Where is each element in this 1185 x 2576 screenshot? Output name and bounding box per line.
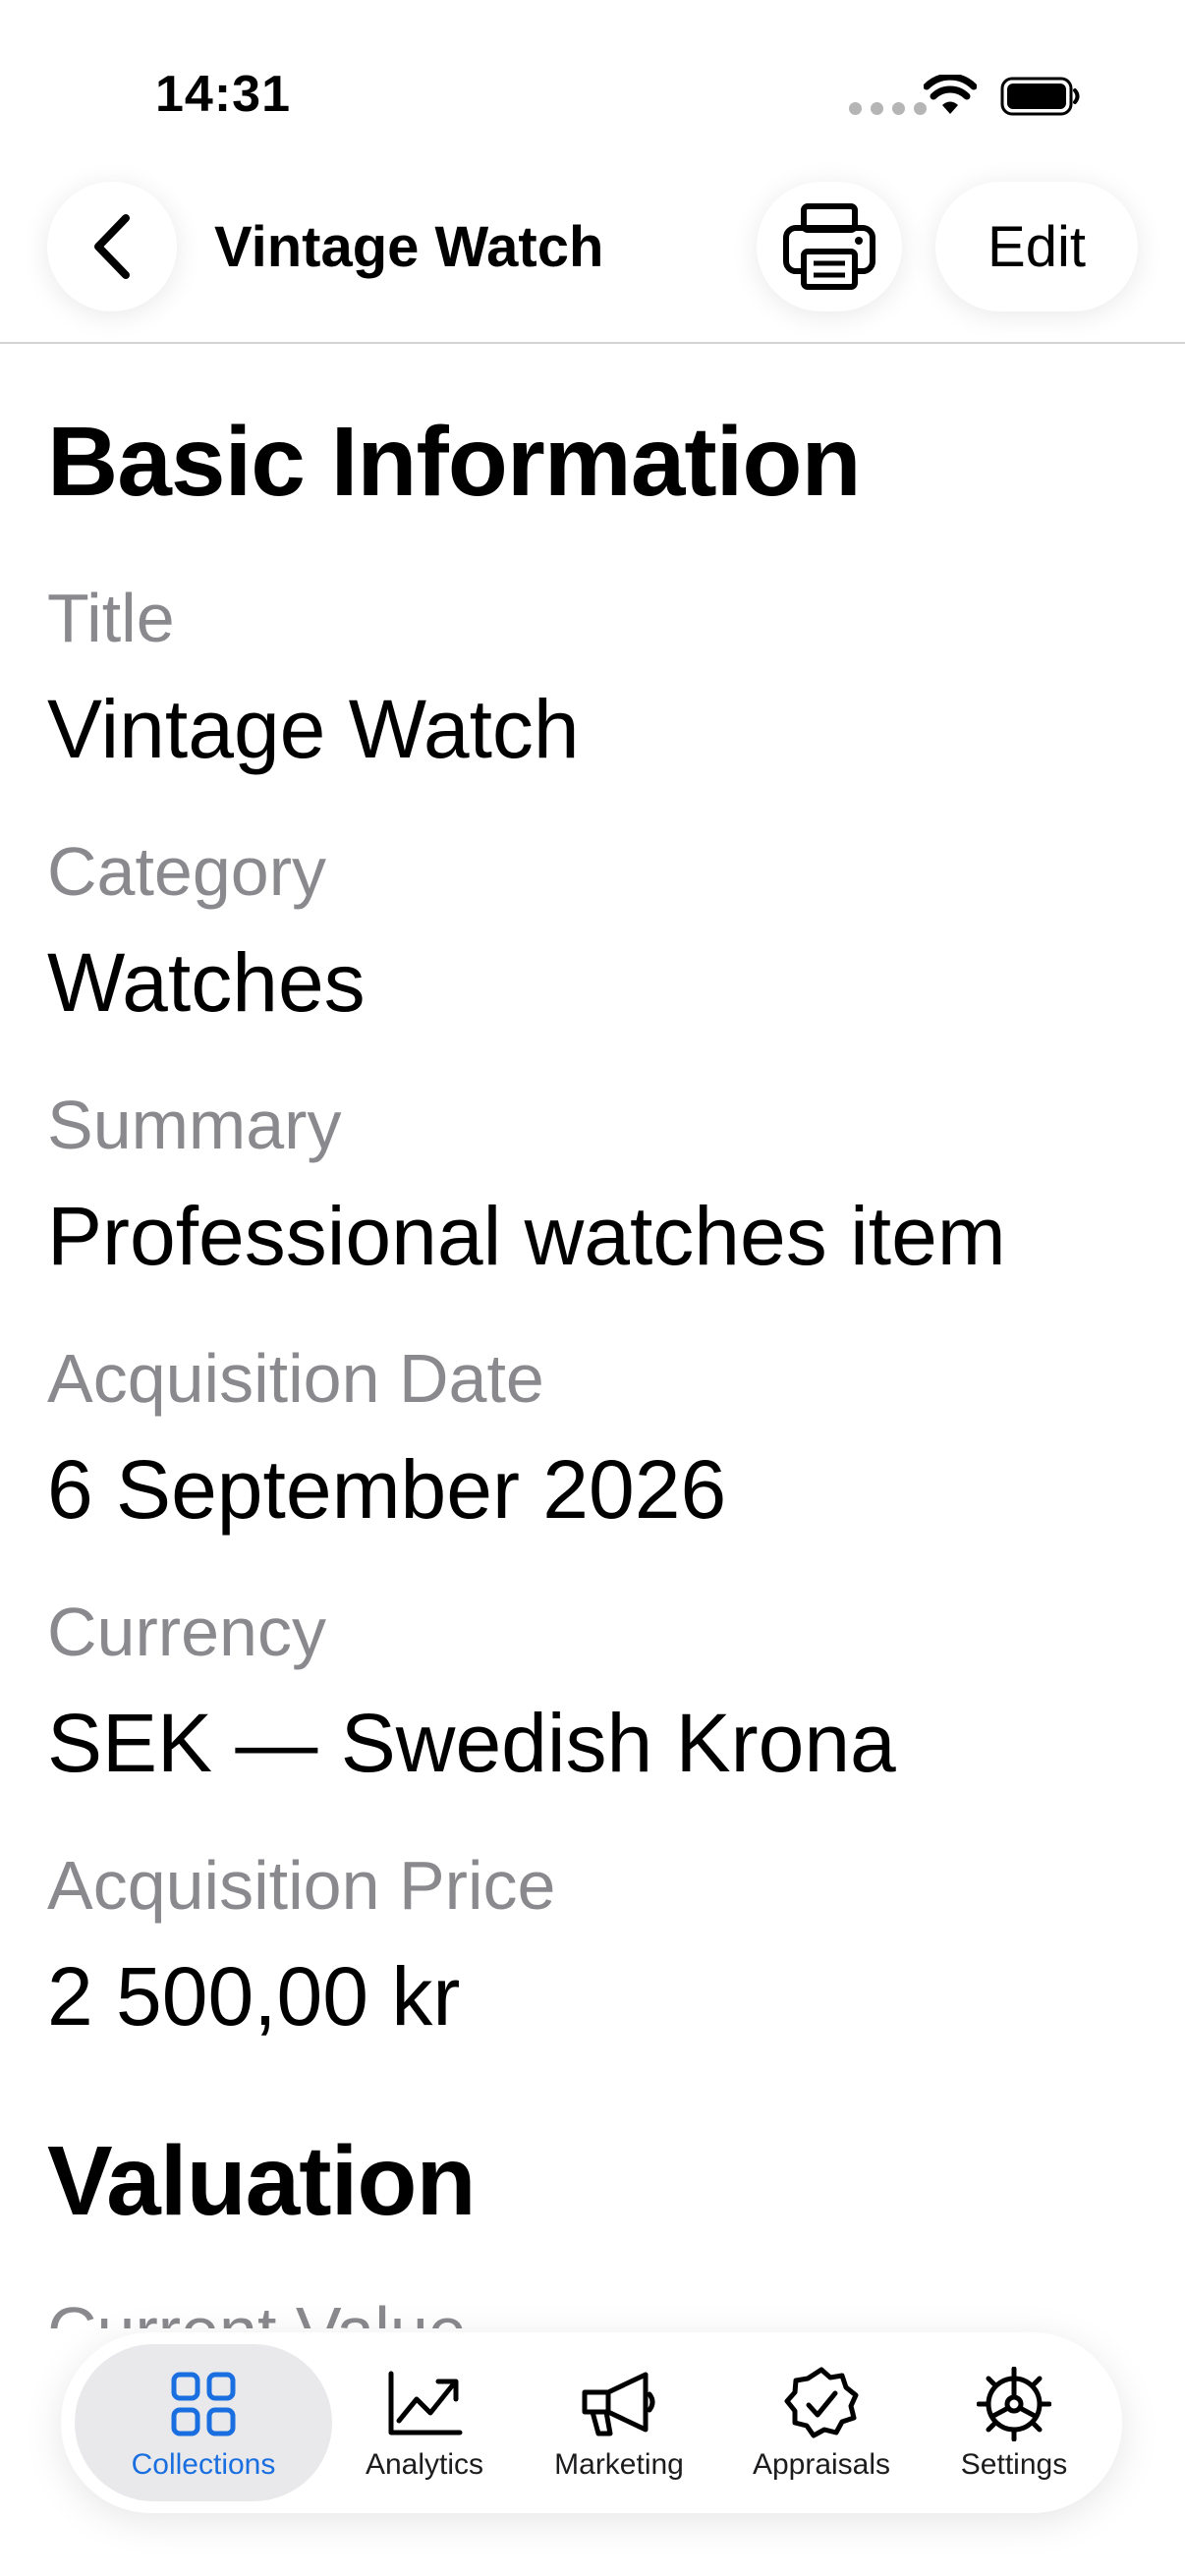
battery-icon	[1000, 77, 1080, 116]
tab-label: Collections	[131, 2448, 276, 2481]
gear-icon	[977, 2367, 1051, 2441]
acquisition-price-label: Acquisition Price	[47, 1847, 556, 1924]
tab-analytics[interactable]: Analytics	[334, 2344, 515, 2501]
tab-label: Analytics	[365, 2448, 484, 2481]
category-label: Category	[47, 833, 327, 910]
tab-label: Appraisals	[752, 2448, 891, 2481]
section-header-basic-information: Basic Information	[47, 407, 862, 517]
acquisition-price-value: 2 500,00 kr	[47, 1950, 461, 2043]
category-value: Watches	[47, 936, 366, 1029]
acquisition-date-label: Acquisition Date	[47, 1340, 544, 1417]
chart-up-icon	[388, 2371, 463, 2436]
title-value: Vintage Watch	[47, 683, 580, 775]
currency-label: Currency	[47, 1594, 326, 1670]
chevron-left-icon	[94, 214, 130, 279]
wifi-icon	[924, 75, 977, 114]
page-title: Vintage Watch	[214, 215, 604, 279]
tab-appraisals[interactable]: Appraisals	[723, 2344, 920, 2501]
cellular-signal-icon	[849, 102, 927, 115]
acquisition-date-value: 6 September 2026	[47, 1443, 727, 1536]
back-button[interactable]	[47, 182, 177, 311]
megaphone-icon	[582, 2372, 655, 2436]
status-time: 14:31	[155, 66, 291, 123]
title-label: Title	[47, 580, 175, 656]
status-bar: 14:31	[0, 0, 1185, 177]
tab-collections[interactable]: Collections	[75, 2344, 332, 2501]
edit-button[interactable]: Edit	[935, 182, 1138, 311]
tab-label: Settings	[960, 2448, 1068, 2481]
detail-content[interactable]: Basic Information Title Vintage Watch Ca…	[0, 344, 1185, 2328]
tab-bar: Collections Analytics Marketing Appraisa…	[61, 2332, 1122, 2513]
tab-settings[interactable]: Settings	[924, 2344, 1104, 2501]
summary-value: Professional watches item	[47, 1190, 1006, 1282]
tab-label: Marketing	[554, 2448, 684, 2481]
currency-value: SEK — Swedish Krona	[47, 1697, 896, 1789]
summary-label: Summary	[47, 1087, 342, 1163]
tab-marketing[interactable]: Marketing	[521, 2344, 717, 2501]
current-value-label: Current Value	[47, 2297, 467, 2328]
printer-icon	[783, 203, 875, 290]
section-header-valuation: Valuation	[47, 2126, 477, 2236]
grid-icon	[171, 2372, 236, 2436]
checkmark-seal-icon	[784, 2367, 859, 2438]
print-button[interactable]	[757, 182, 902, 311]
navigation-bar: Vintage Watch Edit	[0, 177, 1185, 344]
